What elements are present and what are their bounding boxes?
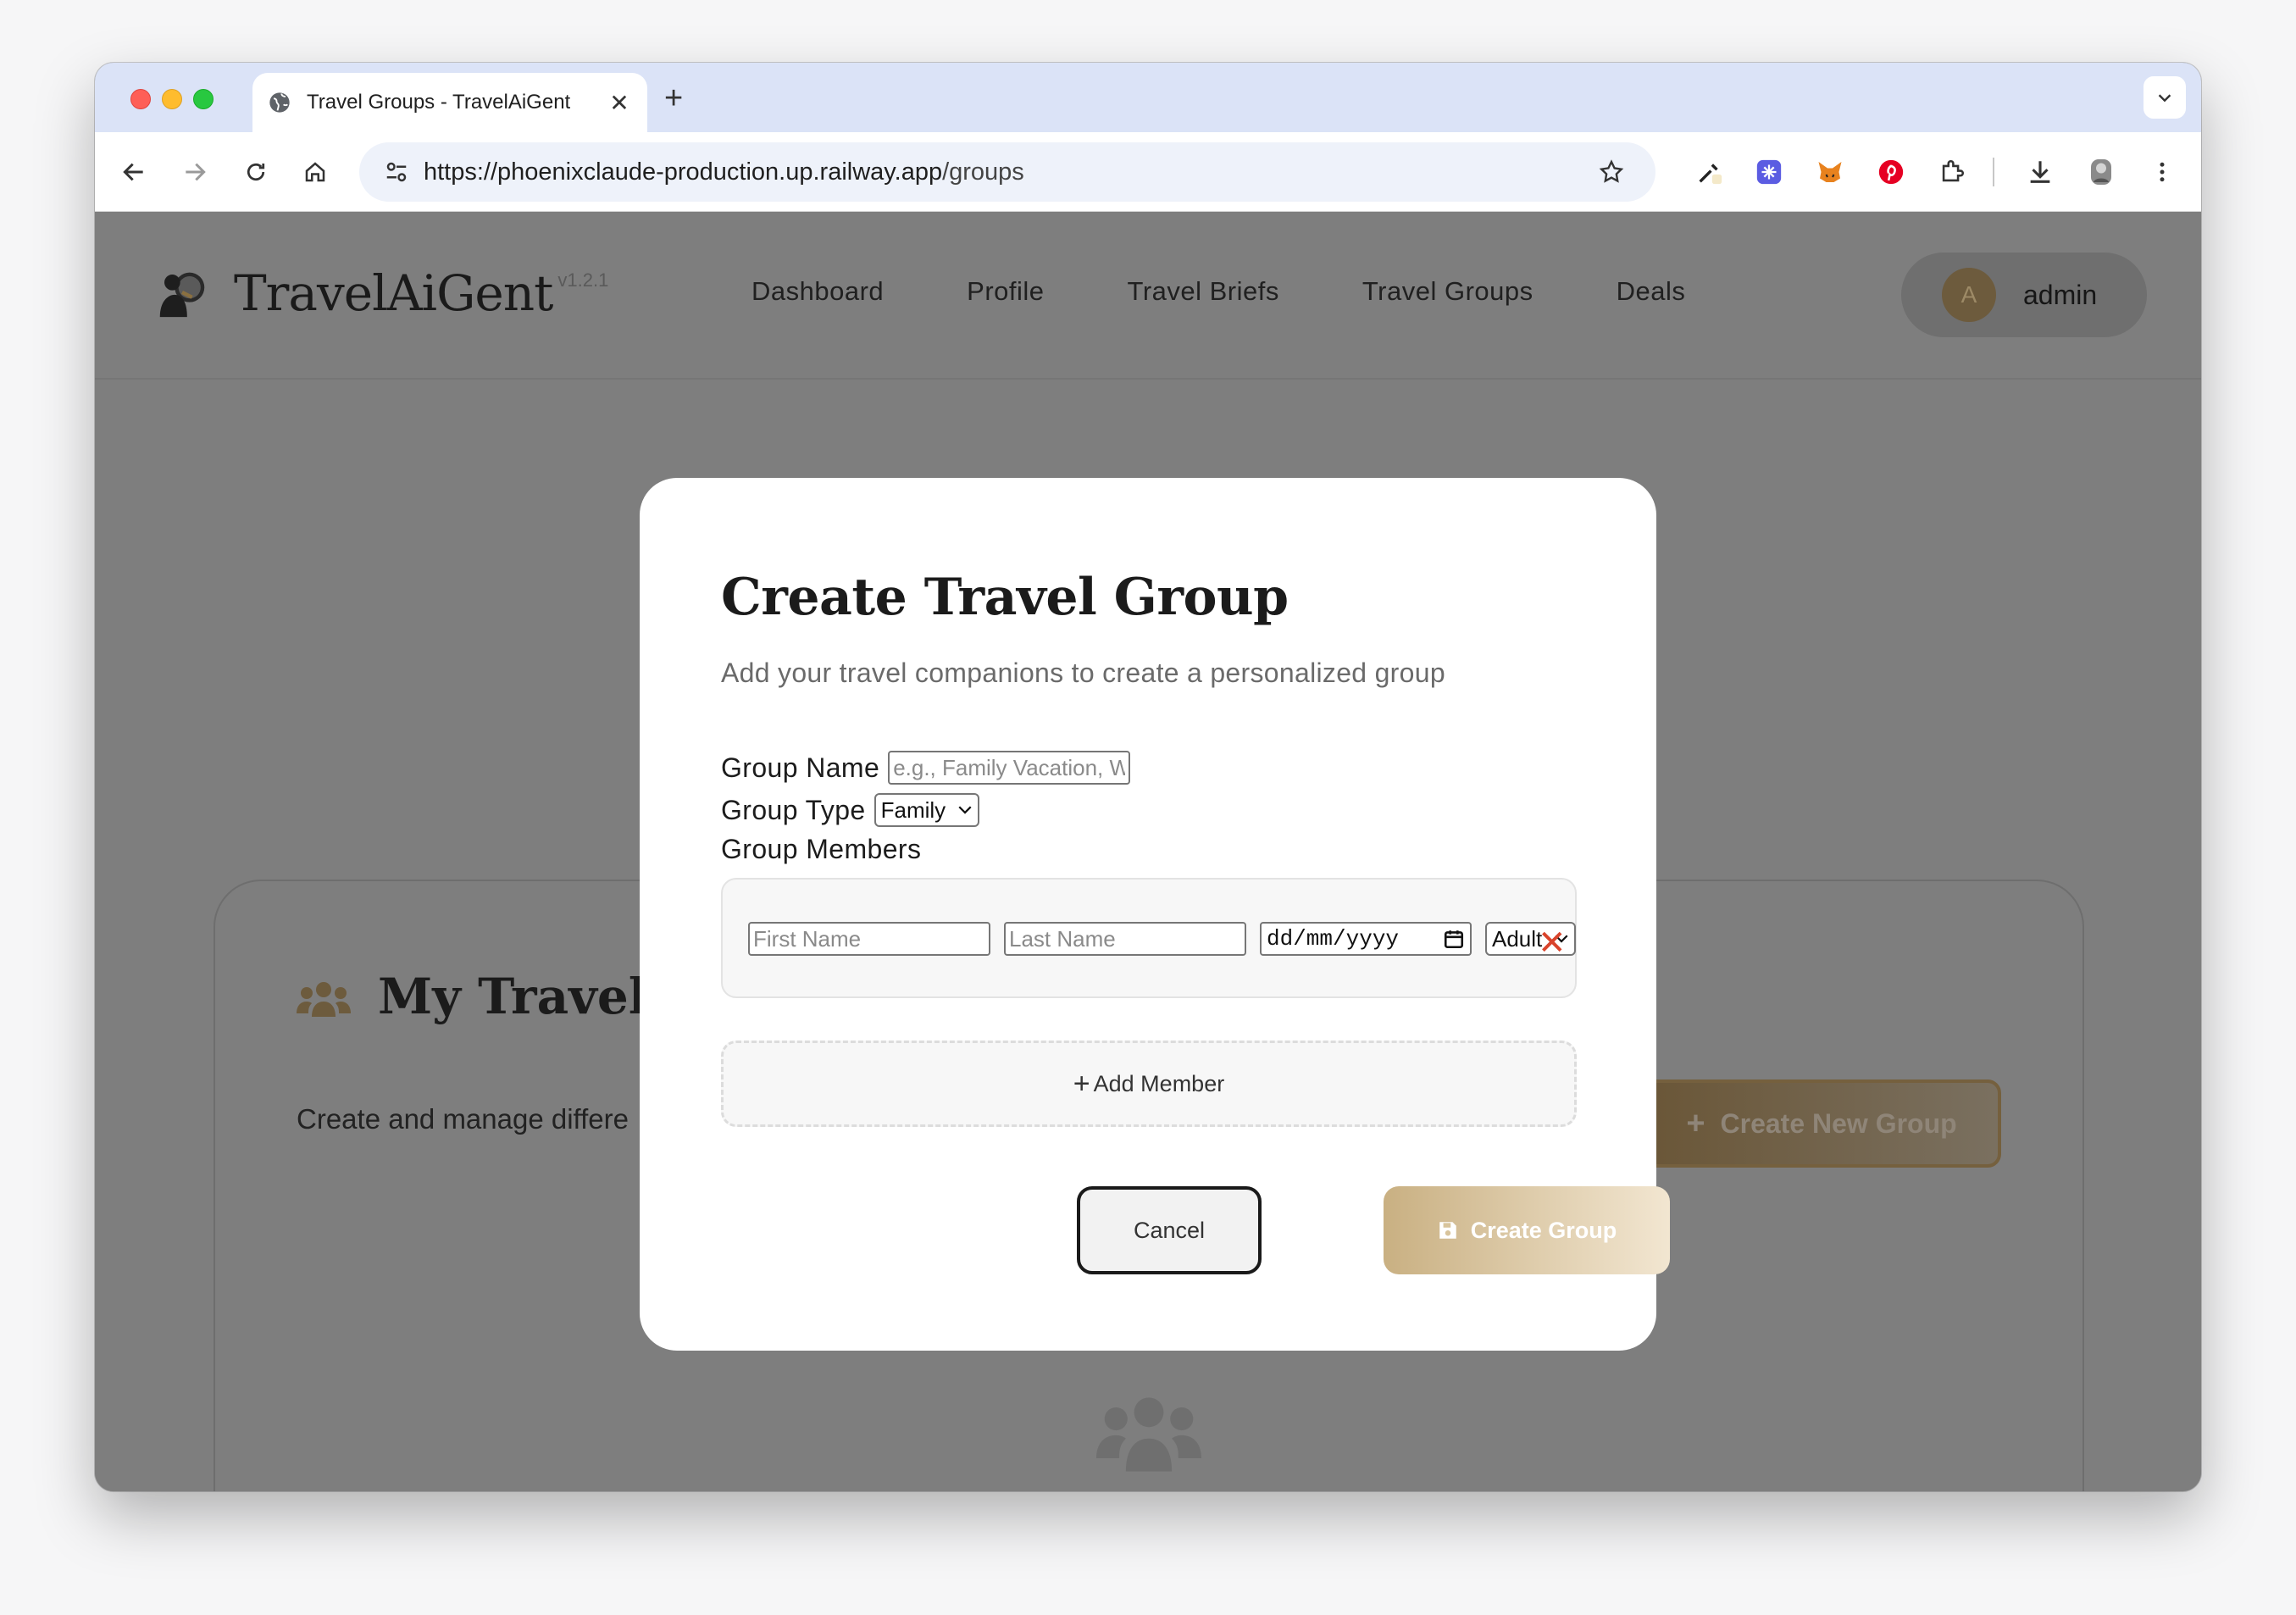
create-group-label: Create Group [1470, 1217, 1617, 1243]
toolbar-divider [1993, 158, 1994, 186]
modal-subtitle: Add your travel companions to create a p… [721, 658, 1445, 688]
snowflake-icon [1756, 159, 1782, 185]
forward-button[interactable] [178, 155, 212, 189]
tune-icon [386, 162, 407, 182]
brand[interactable]: TravelAiGent v1.2.1 [153, 263, 608, 322]
group-name-input[interactable] [888, 751, 1131, 785]
reload-button[interactable] [239, 155, 273, 189]
maximize-window-button[interactable] [193, 89, 214, 109]
page-content: TravelAiGent v1.2.1 Dashboard Profile Tr… [95, 212, 2201, 1491]
back-button[interactable] [117, 155, 151, 189]
group-name-row: Group Name [721, 751, 1131, 785]
tab-title: Travel Groups - TravelAiGent [307, 91, 571, 114]
download-icon [2030, 161, 2050, 183]
browser-tab[interactable]: Travel Groups - TravelAiGent ✕ [252, 73, 647, 132]
downloads-button[interactable] [2023, 155, 2057, 189]
nav-travel-groups[interactable]: Travel Groups [1362, 276, 1533, 307]
brand-name: TravelAiGent [234, 264, 553, 322]
member-row: dd/mm/yyyy Adult [748, 922, 1577, 956]
version-badge: v1.2.1 [557, 269, 609, 291]
arrow-left-icon [123, 163, 143, 181]
user-menu[interactable]: A admin [1901, 253, 2147, 337]
home-button[interactable] [298, 155, 332, 189]
plus-icon: + [1686, 1105, 1705, 1141]
cancel-button[interactable]: Cancel [1077, 1186, 1262, 1274]
reload-icon [247, 163, 265, 181]
birthdate-input[interactable]: dd/mm/yyyy [1260, 922, 1472, 956]
nav-deals[interactable]: Deals [1617, 276, 1686, 307]
eyedropper-icon [1699, 164, 1722, 185]
calendar-icon[interactable] [1443, 928, 1465, 950]
site-header: TravelAiGent v1.2.1 Dashboard Profile Tr… [95, 212, 2201, 380]
create-group-modal: Create Travel Group Add your travel comp… [640, 478, 1670, 1351]
group-members-label: Group Members [721, 834, 922, 864]
save-icon [1439, 1222, 1456, 1239]
extension-pinterest[interactable] [1874, 155, 1908, 189]
group-type-row: Group Type Family [721, 793, 980, 827]
plus-icon: + [1073, 1067, 1090, 1100]
last-name-input[interactable] [1004, 922, 1246, 956]
add-member-button[interactable]: + Add Member [721, 1041, 1577, 1127]
modal-title: Create Travel Group [721, 568, 1289, 627]
chevron-down-icon [2158, 94, 2171, 103]
create-new-group-button[interactable]: + Create New Group [1642, 1079, 2001, 1168]
close-window-button[interactable] [130, 89, 151, 109]
profile-avatar-icon [2091, 159, 2111, 185]
member-card: dd/mm/yyyy Adult [721, 878, 1577, 998]
avatar: A [1942, 268, 1996, 322]
browser-menu-button[interactable] [2145, 155, 2179, 189]
cancel-label: Cancel [1133, 1217, 1206, 1243]
users-icon [297, 982, 351, 1017]
first-name-input[interactable] [748, 922, 990, 956]
empty-state-users-icon [1096, 1397, 1201, 1472]
profile-button[interactable] [2084, 155, 2118, 189]
create-group-button[interactable]: Create Group [1384, 1186, 1670, 1274]
age-type-value: Adult [1492, 925, 1543, 952]
extension-purple[interactable] [1752, 155, 1786, 189]
card-description: Create and manage differe [297, 1103, 629, 1135]
group-name-label: Group Name [721, 752, 880, 783]
minimize-window-button[interactable] [162, 89, 182, 109]
tab-close-icon[interactable]: ✕ [607, 89, 632, 117]
star-icon [1599, 159, 1624, 183]
date-placeholder: dd/mm/yyyy [1267, 926, 1400, 952]
group-type-value: Family [880, 796, 946, 823]
tab-search-button[interactable] [2143, 76, 2186, 119]
add-member-label: Add Member [1093, 1070, 1225, 1096]
home-icon [305, 162, 325, 182]
extension-metamask[interactable] [1813, 155, 1847, 189]
group-type-label: Group Type [721, 794, 866, 825]
new-tab-button[interactable]: + [664, 82, 683, 114]
extensions-button[interactable] [1935, 155, 1969, 189]
nav-travel-briefs[interactable]: Travel Briefs [1128, 276, 1279, 307]
globe-icon [269, 92, 290, 113]
browser-window: Travel Groups - TravelAiGent ✕ + https:/… [95, 63, 2201, 1491]
nav-profile[interactable]: Profile [967, 276, 1044, 307]
user-name: admin [2023, 279, 2098, 310]
nav-dashboard[interactable]: Dashboard [751, 276, 884, 307]
tab-bar: Travel Groups - TravelAiGent ✕ + [95, 63, 2201, 132]
url-text: https://phoenixclaude-production.up.rail… [424, 158, 1024, 186]
create-new-group-label: Create New Group [1720, 1107, 1957, 1139]
group-members-row: Group Members [721, 834, 921, 865]
arrow-right-icon [186, 163, 206, 181]
site-info-button[interactable] [369, 159, 424, 185]
address-bar[interactable]: https://phoenixclaude-production.up.rail… [359, 142, 1655, 202]
group-type-select[interactable]: Family [873, 793, 980, 827]
pinterest-icon [1878, 159, 1904, 185]
bookmark-star-button[interactable] [1586, 158, 1637, 186]
chevron-down-icon [958, 806, 972, 814]
logo-icon [159, 272, 205, 318]
browser-toolbar: https://phoenixclaude-production.up.rail… [95, 132, 2201, 212]
extension-eyedropper[interactable] [1693, 155, 1727, 189]
kebab-menu-icon [2160, 162, 2165, 182]
puzzle-icon [1942, 160, 1964, 182]
fox-icon [1818, 162, 1842, 182]
main-nav: Dashboard Profile Travel Briefs Travel G… [751, 276, 1768, 307]
remove-member-icon[interactable]: ✕ [1538, 924, 1567, 963]
